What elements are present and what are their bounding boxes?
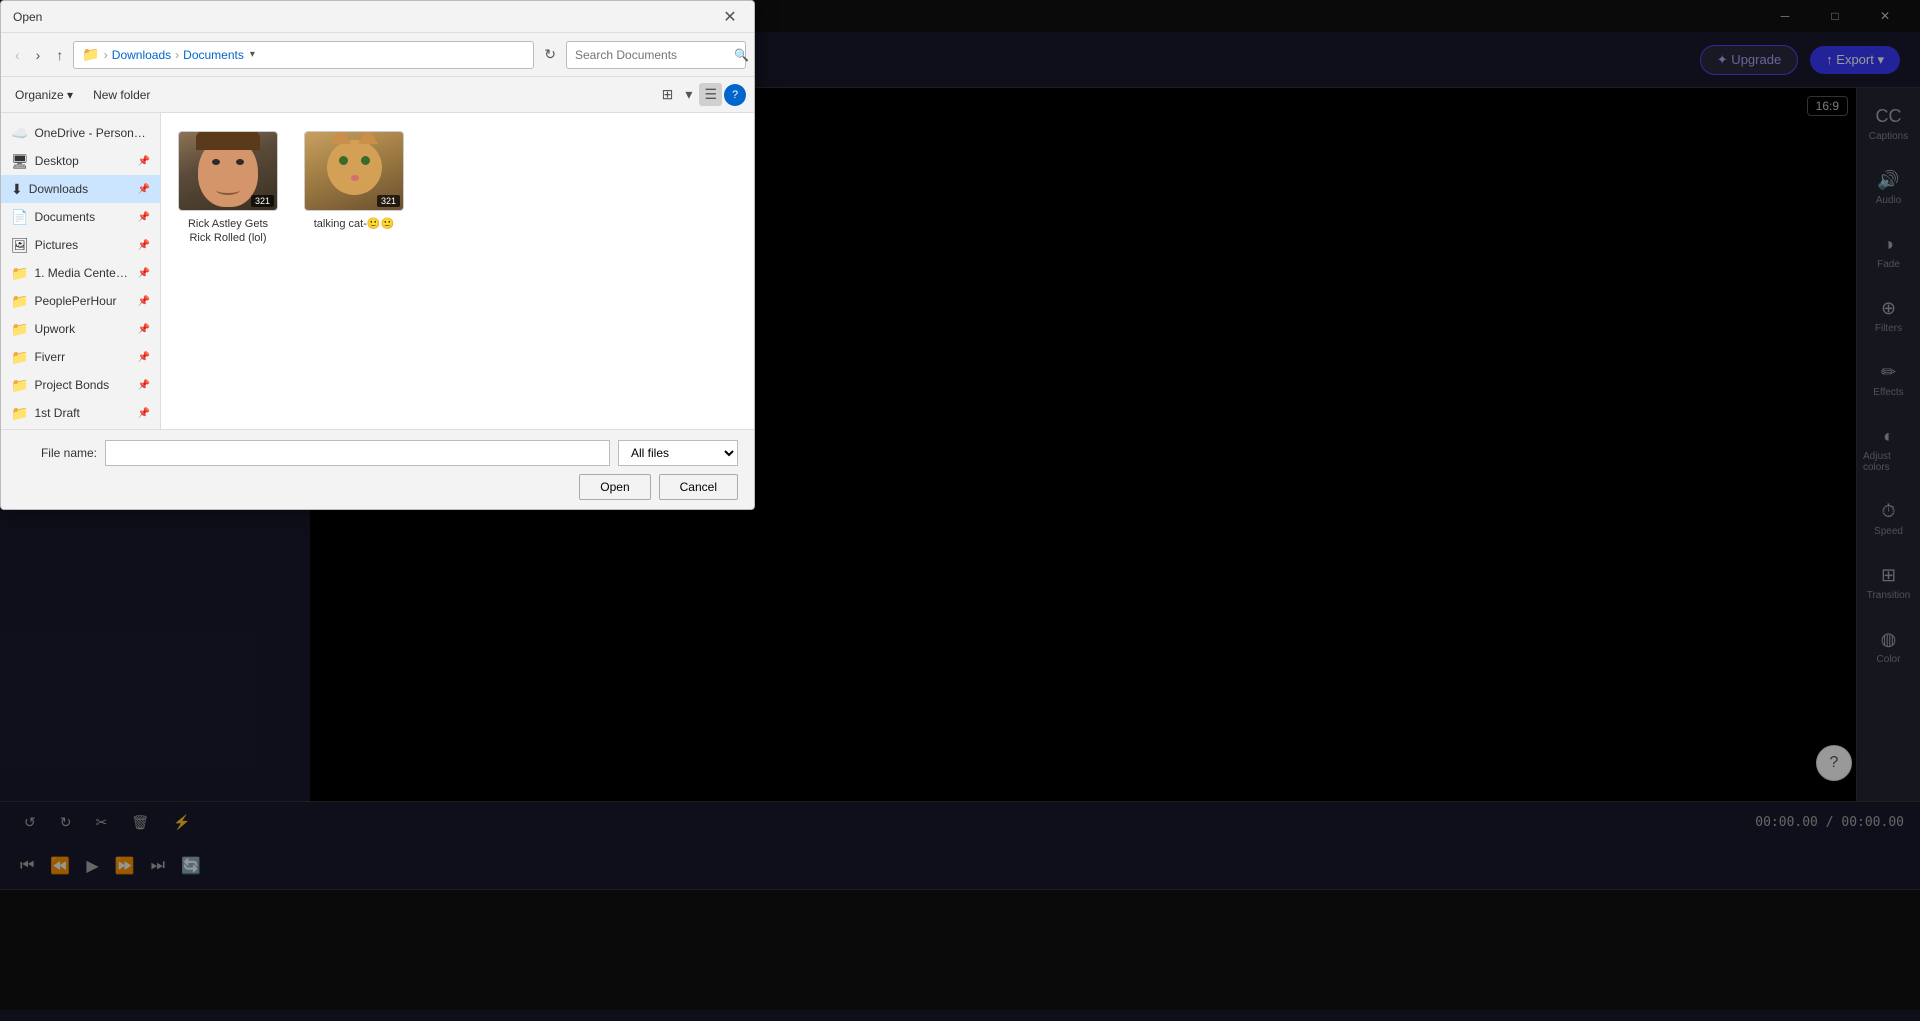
cat-left-eye [339, 156, 348, 165]
pin-icon: 📌 [138, 408, 150, 419]
tree-item-onedrive[interactable]: ☁️ OneDrive - Person… [1, 119, 160, 147]
tree-item-pph[interactable]: 📁 PeoplePerHour 📌 [1, 287, 160, 315]
dialog-footer: File name: All files Video files Audio f… [1, 429, 754, 509]
breadcrumb-expand-button[interactable]: ▾ [248, 49, 257, 60]
medium-icons-button[interactable]: ☰ [699, 83, 722, 106]
open-button[interactable]: Open [579, 474, 650, 500]
filename-input[interactable] [105, 440, 610, 466]
breadcrumb: 📁 › Downloads › Documents ▾ [73, 41, 534, 69]
tree-item-pictures[interactable]: 🖼 Pictures 📌 [1, 231, 160, 259]
tree-item-label: Fiverr [34, 350, 65, 364]
view-buttons: ⊞ ▾ ☰ ? [657, 83, 746, 106]
tree-item-media[interactable]: 📁 1. Media Cente… 📌 [1, 259, 160, 287]
forward-button[interactable]: › [30, 43, 47, 67]
file-item-rick[interactable]: 321 Rick Astley Gets Rick Rolled (lol) [173, 125, 283, 252]
desktop-icon: 🖥 [11, 153, 29, 170]
view-dropdown-button[interactable]: ▾ [680, 83, 697, 106]
rick-badge: 321 [251, 195, 274, 207]
dialog-titlebar: Open ✕ [1, 1, 754, 33]
tree-item-documents[interactable]: 📄 Documents 📌 [1, 203, 160, 231]
cat-right-eye [361, 156, 370, 165]
filename-label: File name: [17, 446, 97, 460]
cat-filename: talking cat-🙂🙂 [314, 217, 395, 231]
breadcrumb-folder-icon: 📁 [82, 46, 99, 63]
pin-icon: 📌 [138, 352, 150, 363]
open-file-dialog: Open ✕ ‹ › ↑ 📁 › Downloads › Documents ▾… [0, 0, 755, 510]
search-icon: 🔍 [734, 48, 749, 62]
search-box: 🔍 [566, 41, 746, 69]
tree-item-label: 1. Media Cente… [34, 266, 127, 280]
folder-icon: 📁 [11, 377, 28, 394]
tree-item-label: Desktop [35, 154, 79, 168]
breadcrumb-downloads[interactable]: Downloads [112, 48, 171, 62]
organize-button[interactable]: Organize ▾ [9, 84, 79, 106]
cat-face [327, 140, 382, 195]
pin-icon: 📌 [138, 380, 150, 391]
pin-icon: 📌 [138, 296, 150, 307]
dialog-title: Open [13, 10, 718, 24]
folder-icon: 📁 [11, 265, 28, 282]
filename-row: File name: All files Video files Audio f… [17, 440, 738, 466]
tree-item-firstdraft[interactable]: 📁 1st Draft 📌 [1, 399, 160, 427]
dialog-body: ☁️ OneDrive - Person… 🖥 Desktop 📌 ⬇ Down… [1, 113, 754, 429]
nav-tree: ☁️ OneDrive - Person… 🖥 Desktop 📌 ⬇ Down… [1, 113, 161, 429]
dialog-nav: ‹ › ↑ 📁 › Downloads › Documents ▾ ↻ 🔍 [1, 33, 754, 77]
pictures-icon: 🖼 [11, 237, 29, 254]
cat-left-ear [331, 131, 351, 144]
back-button[interactable]: ‹ [9, 43, 26, 67]
dialog-help-button[interactable]: ? [724, 84, 746, 106]
tree-item-upwork[interactable]: 📁 Upwork 📌 [1, 315, 160, 343]
rick-hair [196, 131, 260, 150]
rick-filename: Rick Astley Gets Rick Rolled (lol) [179, 217, 277, 246]
folder-icon: 📁 [11, 321, 28, 338]
folder-icon: 📁 [11, 405, 28, 422]
pin-icon: 📌 [138, 184, 150, 195]
new-folder-button[interactable]: New folder [87, 84, 156, 106]
tree-item-projectbonds[interactable]: 📁 Project Bonds 📌 [1, 371, 160, 399]
tree-item-label: PeoplePerHour [34, 294, 116, 308]
dialog-close-button[interactable]: ✕ [718, 5, 742, 29]
footer-buttons: Open Cancel [17, 474, 738, 500]
large-icons-button[interactable]: ⊞ [657, 83, 679, 106]
folder-icon: 📁 [11, 293, 28, 310]
rick-face [198, 137, 258, 207]
cat-right-ear [358, 131, 378, 144]
documents-icon: 📄 [11, 209, 28, 226]
cat-nose [351, 175, 359, 181]
folder-icon: 📁 [11, 349, 28, 366]
search-input[interactable] [575, 48, 730, 62]
file-item-cat[interactable]: 321 talking cat-🙂🙂 [299, 125, 409, 252]
file-thumbnail-rick: 321 [178, 131, 278, 211]
rick-left-eye [212, 159, 220, 165]
up-button[interactable]: ↑ [50, 43, 69, 67]
file-area: 321 Rick Astley Gets Rick Rolled (lol) [161, 113, 754, 429]
tree-item-label: Pictures [35, 238, 78, 252]
pin-icon: 📌 [138, 156, 150, 167]
filetype-select[interactable]: All files Video files Audio files Image … [618, 440, 738, 466]
pin-icon: 📌 [138, 240, 150, 251]
refresh-button[interactable]: ↻ [538, 42, 562, 67]
dialog-toolbar: Organize ▾ New folder ⊞ ▾ ☰ ? [1, 77, 754, 113]
pin-icon: 📌 [138, 268, 150, 279]
rick-smile [216, 185, 240, 195]
downloads-icon: ⬇ [11, 181, 23, 198]
breadcrumb-documents[interactable]: Documents [183, 48, 244, 62]
file-thumbnail-cat: 321 [304, 131, 404, 211]
pin-icon: 📌 [138, 212, 150, 223]
tree-item-label: Upwork [34, 322, 75, 336]
tree-item-desktop[interactable]: 🖥 Desktop 📌 [1, 147, 160, 175]
tree-item-downloads[interactable]: ⬇ Downloads 📌 [1, 175, 160, 203]
cat-badge: 321 [377, 195, 400, 207]
tree-item-label: OneDrive - Person… [34, 126, 145, 140]
rick-right-eye [236, 159, 244, 165]
tree-item-label: 1st Draft [34, 406, 79, 420]
onedrive-icon: ☁️ [11, 125, 28, 142]
tree-item-label: Downloads [29, 182, 88, 196]
modal-overlay: Open ✕ ‹ › ↑ 📁 › Downloads › Documents ▾… [0, 0, 1920, 1021]
cancel-button[interactable]: Cancel [659, 474, 738, 500]
tree-item-label: Documents [34, 210, 95, 224]
pin-icon: 📌 [138, 324, 150, 335]
tree-item-label: Project Bonds [34, 378, 109, 392]
tree-item-fiverr[interactable]: 📁 Fiverr 📌 [1, 343, 160, 371]
